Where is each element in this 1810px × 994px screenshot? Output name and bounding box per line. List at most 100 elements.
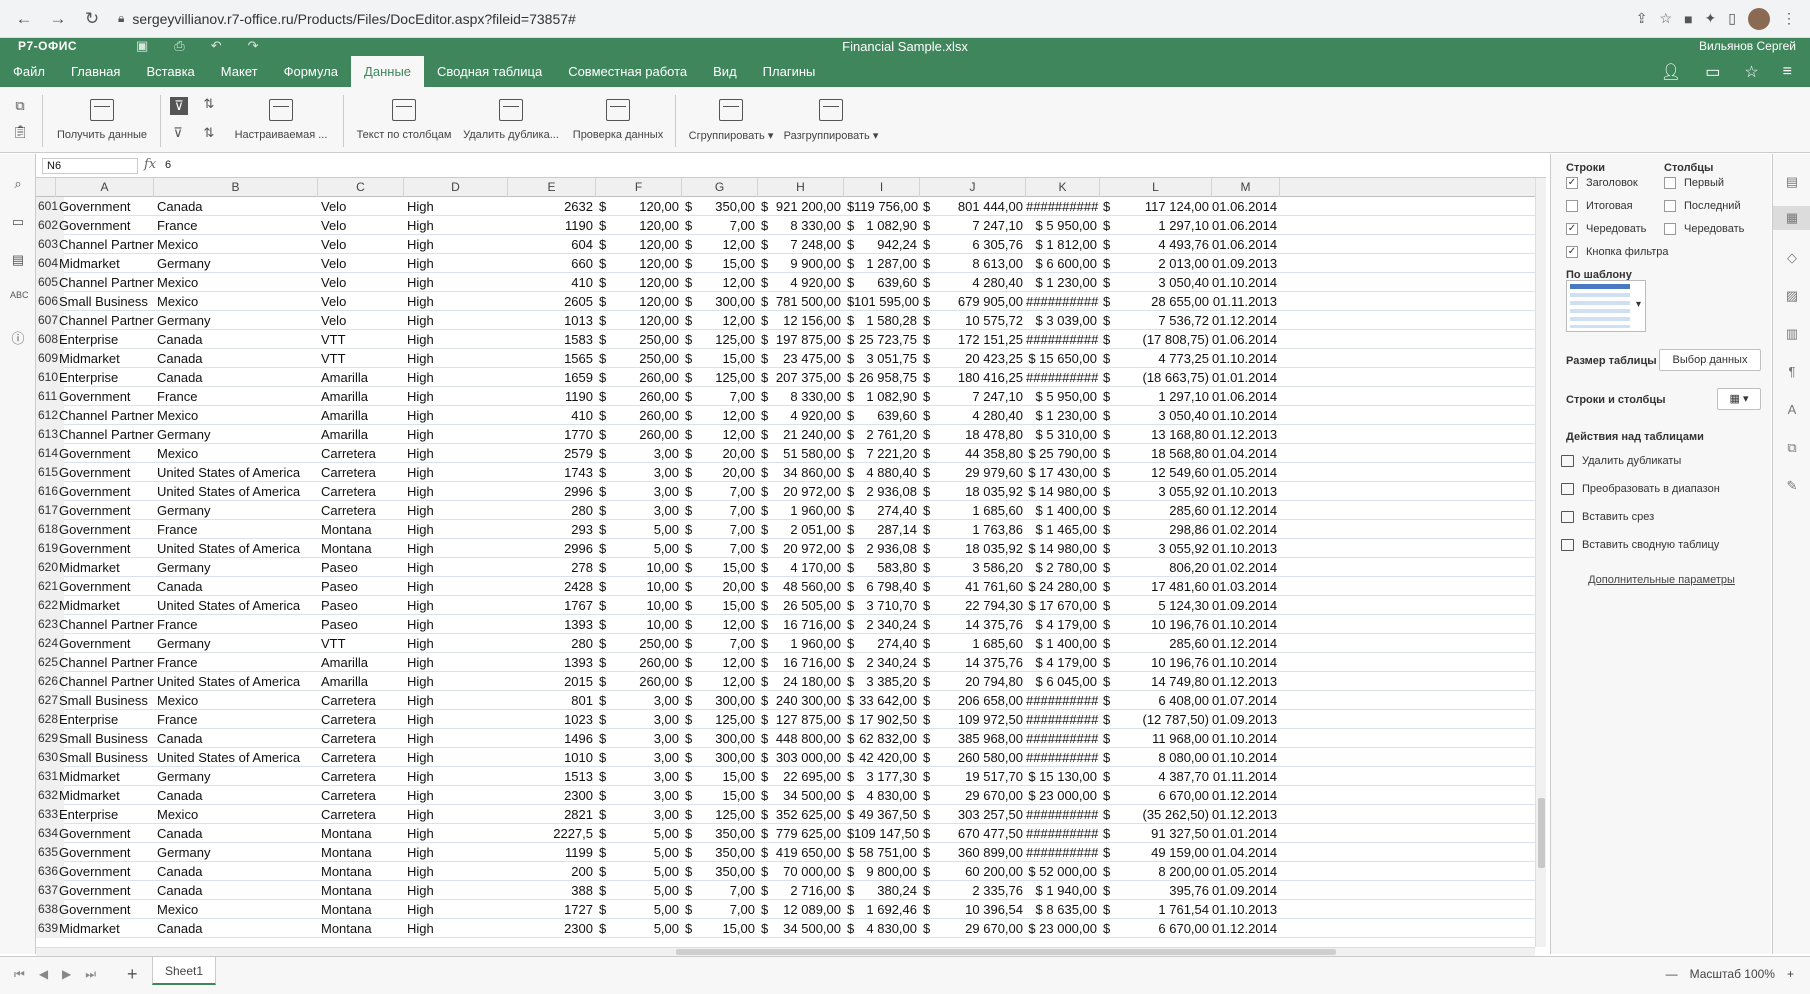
table-cell[interactable]: 8 330,00 [772,387,844,406]
table-cell[interactable]: Midmarket [56,786,154,805]
insert-slicer-action[interactable]: Вставить срез [1561,511,1654,523]
table-cell[interactable]: 15,00 [696,349,758,368]
checkbox-box[interactable]: ✓ [1566,223,1578,235]
table-cell[interactable]: 125,00 [696,368,758,387]
table-cell[interactable]: 01.10.2014 [1212,748,1280,767]
table-cell[interactable]: Government [56,387,154,406]
table-cell[interactable]: 670 477,50 [934,824,1026,843]
table-cell[interactable]: Carretera [318,729,404,748]
currency-symbol[interactable]: $ [596,520,610,539]
table-cell[interactable]: Carretera [318,691,404,710]
currency-symbol[interactable]: $ [758,615,772,634]
table-cell[interactable]: 260,00 [610,368,682,387]
currency-symbol[interactable]: $ [682,596,696,615]
table-cell[interactable]: 01.11.2013 [1212,292,1280,311]
table-cell[interactable]: 1 761,54 [1114,900,1212,919]
table-cell[interactable]: (12 787,50) [1114,710,1212,729]
table-cell[interactable]: (35 262,50) [1114,805,1212,824]
table-cell[interactable]: High [404,881,508,900]
table-cell[interactable]: VTT [318,330,404,349]
currency-symbol[interactable]: $ [758,577,772,596]
table-cell[interactable]: 23 475,00 [772,349,844,368]
currency-symbol[interactable]: $ [596,444,610,463]
clear-filter-icon[interactable]: ⊽ [170,126,186,140]
image-settings-icon[interactable]: ▨ [1784,288,1800,304]
table-cell[interactable]: 01.12.2013 [1212,672,1280,691]
table-cell[interactable]: 8 613,00 [934,254,1026,273]
currency-symbol[interactable]: $ [1100,691,1114,710]
checkbox-box[interactable]: ✓ [1566,246,1578,258]
table-cell[interactable]: High [404,330,508,349]
table-cell[interactable]: 01.12.2014 [1212,919,1280,938]
currency-symbol[interactable]: $ [596,463,610,482]
table-cell[interactable]: 01.02.2014 [1212,558,1280,577]
table-cell[interactable]: 109 147,50 [854,824,920,843]
table-cell[interactable]: 3 177,30 [854,767,920,786]
table-cell[interactable]: 3,00 [610,482,682,501]
currency-symbol[interactable]: $ [758,710,772,729]
currency-symbol[interactable]: $ [758,843,772,862]
currency-symbol[interactable]: $ [1100,767,1114,786]
convert-to-range-action[interactable]: Преобразовать в диапазон [1561,483,1720,495]
currency-symbol[interactable]: $ [682,387,696,406]
table-cell[interactable]: Velo [318,292,404,311]
table-cell[interactable]: 12,00 [696,425,758,444]
table-cell[interactable]: 639,60 [854,406,920,425]
table-cell[interactable]: 109 972,50 [934,710,1026,729]
banded-columns-checkbox[interactable]: Чередовать [1664,223,1744,235]
table-cell[interactable]: 350,00 [696,197,758,216]
table-cell[interactable]: 120,00 [610,311,682,330]
table-cell[interactable]: 01.01.2014 [1212,368,1280,387]
currency-symbol[interactable]: $ [1100,786,1114,805]
profile-avatar[interactable] [1748,7,1770,30]
table-cell[interactable]: 240 300,00 [772,691,844,710]
table-cell[interactable]: Government [56,216,154,235]
currency-symbol[interactable]: $ [682,786,696,805]
tab-home[interactable]: Главная [58,56,133,87]
currency-symbol[interactable]: $ [920,577,934,596]
table-cell[interactable]: 20,00 [696,444,758,463]
currency-symbol[interactable]: $ [596,235,610,254]
table-cell[interactable]: 10,00 [610,577,682,596]
currency-symbol[interactable]: $ [1100,520,1114,539]
table-cell[interactable]: High [404,615,508,634]
table-cell[interactable]: Government [56,501,154,520]
table-cell[interactable]: 395,76 [1114,881,1212,900]
table-cell[interactable]: 303 000,00 [772,748,844,767]
table-cell[interactable]: 01.10.2014 [1212,273,1280,292]
table-row[interactable]: 613 Channel Partners Germany Amarilla High 17… [36,425,1535,444]
table-cell[interactable]: 801 [508,691,596,710]
column-header-d[interactable]: D [404,178,508,197]
table-row[interactable]: 636 Government Canada Montana High 200 $5,00 $3… [36,862,1535,881]
currency-symbol[interactable]: $ [596,425,610,444]
table-cell[interactable]: $ 3 039,00 [1026,311,1100,330]
table-cell[interactable]: 250,00 [610,330,682,349]
currency-symbol[interactable]: $ [758,501,772,520]
table-cell[interactable]: Channel Partners [56,672,154,691]
table-cell[interactable]: Germany [154,634,318,653]
table-cell[interactable]: 2605 [508,292,596,311]
table-cell[interactable]: $ 8 635,00 [1026,900,1100,919]
table-cell[interactable]: 120,00 [610,273,682,292]
currency-symbol[interactable]: $ [758,406,772,425]
currency-symbol[interactable]: $ [682,425,696,444]
table-cell[interactable]: Germany [154,558,318,577]
table-cell[interactable]: Montana [318,900,404,919]
table-cell[interactable]: 2 340,24 [854,615,920,634]
table-row[interactable]: 623 Channel Partners France Paseo High 1393 $1… [36,615,1535,634]
currency-symbol[interactable]: $ [920,710,934,729]
tab-plugins[interactable]: Плагины [750,56,829,87]
comments-icon[interactable]: ▭ [10,214,26,230]
spellcheck-icon[interactable]: ABC [10,290,29,306]
currency-symbol[interactable]: $ [596,862,610,881]
currency-symbol[interactable]: $ [920,387,934,406]
currency-symbol[interactable]: $ [758,311,772,330]
table-cell[interactable]: $ 15 130,00 [1026,767,1100,786]
table-cell[interactable]: 12,00 [696,235,758,254]
currency-symbol[interactable]: $ [920,900,934,919]
table-cell[interactable]: Mexico [154,292,318,311]
data-validation-button[interactable]: Проверка данных [568,99,668,141]
function-icon[interactable]: fx [144,157,156,172]
table-cell[interactable]: High [404,748,508,767]
last-sheet-icon[interactable]: ⏭ [85,967,96,982]
